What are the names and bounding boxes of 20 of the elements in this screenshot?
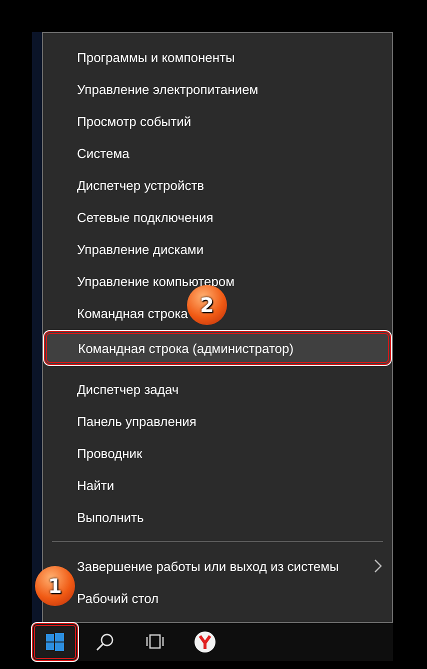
menu-item[interactable]: Панель управления xyxy=(77,405,196,437)
menu-item[interactable]: Проводник xyxy=(77,437,142,469)
menu-item[interactable]: Диспетчер устройств xyxy=(77,169,204,201)
menu-item[interactable]: Сетевые подключения xyxy=(77,201,214,233)
menu-item[interactable]: Диспетчер задач xyxy=(77,373,179,405)
menu-item[interactable]: Выполнить xyxy=(77,501,144,533)
step-badge: 2 xyxy=(187,285,227,325)
menu-item[interactable]: Рабочий стол xyxy=(77,582,159,614)
menu-item[interactable]: Система xyxy=(77,137,130,169)
menu-item[interactable]: Найти xyxy=(77,469,114,501)
menu-item[interactable]: Программы и компоненты xyxy=(77,41,235,73)
menu-item[interactable]: Командная строка (администратор) xyxy=(44,331,391,365)
search-icon xyxy=(96,633,114,651)
menu-item[interactable]: Командная строка xyxy=(77,297,188,329)
menu-item[interactable]: Управление электропитанием xyxy=(77,73,258,105)
browser-icon xyxy=(194,631,216,653)
menu-item[interactable]: Просмотр событий xyxy=(77,105,192,137)
task-view-icon xyxy=(145,634,165,650)
menu-item[interactable]: Управление дисками xyxy=(77,233,204,265)
windows-logo-icon xyxy=(46,633,64,651)
